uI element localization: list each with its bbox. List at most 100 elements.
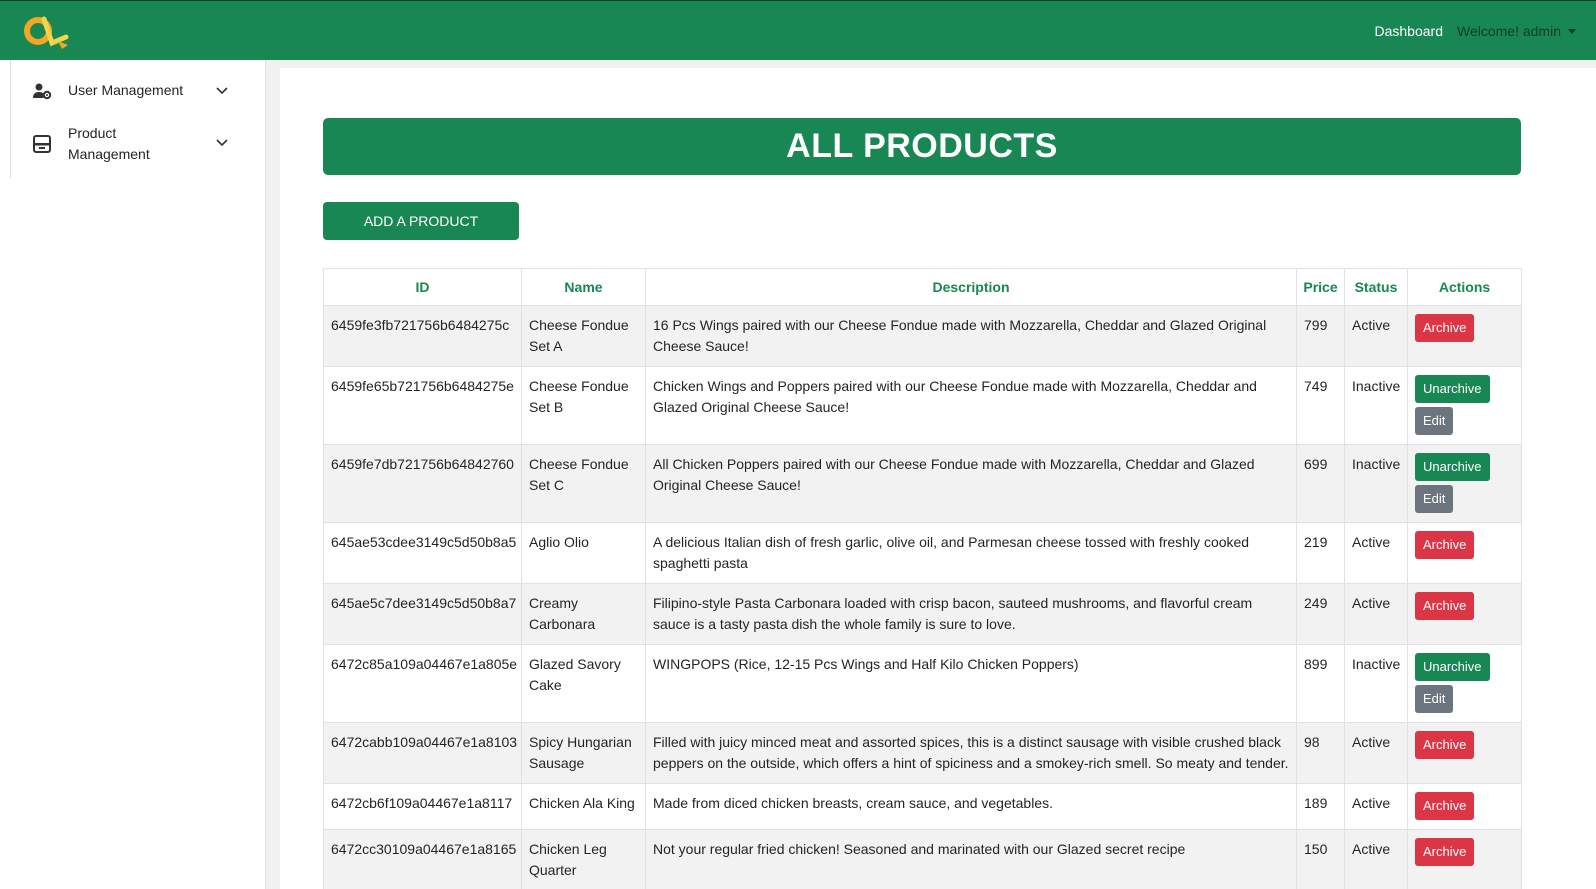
cell-id: 645ae53cdee3149c5d50b8a5 xyxy=(323,522,522,584)
cell-status: Active xyxy=(1344,522,1408,584)
main-content: ALL PRODUCTS ADD A PRODUCT ID Name Descr… xyxy=(280,68,1596,889)
column-header-status: Status xyxy=(1344,268,1408,306)
cell-status: Active xyxy=(1344,583,1408,645)
cell-price: 219 xyxy=(1296,522,1345,584)
table-row: 6459fe3fb721756b6484275c Cheese Fondue Se… xyxy=(323,305,1522,367)
edit-button[interactable]: Edit xyxy=(1415,685,1454,713)
cell-name: Cheese Fondue Set A xyxy=(521,305,646,367)
cell-name: Spicy Hungarian Sausage xyxy=(521,722,646,784)
chevron-down-icon[interactable] xyxy=(215,136,229,150)
user-gear-icon xyxy=(32,81,52,101)
caret-down-icon xyxy=(1568,28,1576,34)
cell-price: 150 xyxy=(1296,829,1345,889)
cell-id: 6472cabb109a04467e1a8103 xyxy=(323,722,522,784)
column-header-description: Description xyxy=(645,268,1297,306)
cell-price: 799 xyxy=(1296,305,1345,367)
cell-description: Not your regular fried chicken! Seasoned… xyxy=(645,829,1297,889)
cell-status: Active xyxy=(1344,829,1408,889)
cell-actions: Archive xyxy=(1407,783,1522,830)
cell-actions: Unarchive Edit xyxy=(1407,644,1522,723)
column-header-name: Name xyxy=(521,268,646,306)
cell-actions: Unarchive Edit xyxy=(1407,444,1522,523)
table-row: 645ae5c7dee3149c5d50b8a7 Creamy Carbonara… xyxy=(323,583,1522,645)
user-dropdown[interactable]: Welcome! admin xyxy=(1457,23,1576,39)
cell-description: Chicken Wings and Poppers paired with ou… xyxy=(645,366,1297,445)
cell-status: Inactive xyxy=(1344,444,1408,523)
cell-price: 699 xyxy=(1296,444,1345,523)
cell-status: Inactive xyxy=(1344,644,1408,723)
sidebar-item-user-management[interactable]: User Management xyxy=(10,79,246,103)
cell-id: 6472c85a109a04467e1a805e xyxy=(323,644,522,723)
cell-price: 899 xyxy=(1296,644,1345,723)
cell-id: 6459fe7db721756b64842760 xyxy=(323,444,522,523)
table-row: 6472cc30109a04467e1a8165 Chicken Leg Quar… xyxy=(323,829,1522,889)
edit-button[interactable]: Edit xyxy=(1415,485,1454,513)
archive-button[interactable]: Archive xyxy=(1415,531,1475,559)
unarchive-button[interactable]: Unarchive xyxy=(1415,653,1490,681)
sidebar-item-product-management[interactable]: Product Management xyxy=(10,122,246,166)
edit-button[interactable]: Edit xyxy=(1415,407,1454,435)
sidebar-item-label: User Management xyxy=(68,82,184,98)
sidebar-item-label: Product Management xyxy=(68,125,150,162)
archive-button[interactable]: Archive xyxy=(1415,314,1475,342)
cell-actions: Archive xyxy=(1407,583,1522,645)
cell-name: Chicken Leg Quarter xyxy=(521,829,646,889)
page-title: ALL PRODUCTS xyxy=(786,127,1058,165)
cell-id: 6472cc30109a04467e1a8165 xyxy=(323,829,522,889)
cell-actions: Archive xyxy=(1407,522,1522,584)
cell-description: Filled with juicy minced meat and assort… xyxy=(645,722,1297,784)
column-header-actions: Actions xyxy=(1407,268,1522,306)
cell-description: Made from diced chicken breasts, cream s… xyxy=(645,783,1297,830)
cell-description: WINGPOPS (Rice, 12-15 Pcs Wings and Half… xyxy=(645,644,1297,723)
table-row: 6472cb6f109a04467e1a8117 Chicken Ala King… xyxy=(323,783,1522,830)
cell-description: Filipino-style Pasta Carbonara loaded wi… xyxy=(645,583,1297,645)
user-dropdown-label: Welcome! admin xyxy=(1456,23,1561,39)
cell-actions: Archive xyxy=(1407,722,1522,784)
add-product-button[interactable]: ADD A PRODUCT xyxy=(323,202,519,240)
cell-id: 6459fe65b721756b6484275e xyxy=(323,366,522,445)
cell-price: 189 xyxy=(1296,783,1345,830)
table-row: 6459fe7db721756b64842760 Cheese Fondue Se… xyxy=(323,444,1522,523)
archive-button[interactable]: Archive xyxy=(1415,792,1475,820)
cell-id: 645ae5c7dee3149c5d50b8a7 xyxy=(323,583,522,645)
cell-price: 249 xyxy=(1296,583,1345,645)
cell-name: Aglio Olio xyxy=(521,522,646,584)
cell-description: All Chicken Poppers paired with our Chee… xyxy=(645,444,1297,523)
table-row: 6459fe65b721756b6484275e Cheese Fondue Se… xyxy=(323,366,1522,445)
inbox-icon xyxy=(32,134,52,154)
cell-actions: Archive xyxy=(1407,829,1522,889)
nav-dashboard-link[interactable]: Dashboard xyxy=(1374,23,1443,39)
cell-actions: Unarchive Edit xyxy=(1407,366,1522,445)
cell-description: A delicious Italian dish of fresh garlic… xyxy=(645,522,1297,584)
cell-description: 16 Pcs Wings paired with our Cheese Fond… xyxy=(645,305,1297,367)
cell-name: Creamy Carbonara xyxy=(521,583,646,645)
cell-name: Cheese Fondue Set B xyxy=(521,366,646,445)
page-title-banner: ALL PRODUCTS xyxy=(323,118,1521,175)
products-table-container: ID Name Description Price Status Actions… xyxy=(323,268,1522,889)
cell-price: 749 xyxy=(1296,366,1345,445)
products-table: ID Name Description Price Status Actions… xyxy=(323,268,1522,889)
top-navbar: Dashboard Welcome! admin xyxy=(0,0,1596,60)
table-header-row: ID Name Description Price Status Actions xyxy=(323,268,1522,306)
column-header-id: ID xyxy=(323,268,522,306)
table-row: 6472c85a109a04467e1a805e Glazed Savory Ca… xyxy=(323,644,1522,723)
table-row: 6472cabb109a04467e1a8103 Spicy Hungarian … xyxy=(323,722,1522,784)
table-row: 645ae53cdee3149c5d50b8a5 Aglio Olio A deli… xyxy=(323,522,1522,584)
cell-status: Active xyxy=(1344,783,1408,830)
cell-id: 6472cb6f109a04467e1a8117 xyxy=(323,783,522,830)
cell-name: Cheese Fondue Set C xyxy=(521,444,646,523)
unarchive-button[interactable]: Unarchive xyxy=(1415,453,1490,481)
archive-button[interactable]: Archive xyxy=(1415,731,1475,759)
cell-status: Inactive xyxy=(1344,366,1408,445)
archive-button[interactable]: Archive xyxy=(1415,838,1475,866)
unarchive-button[interactable]: Unarchive xyxy=(1415,375,1490,403)
cell-actions: Archive xyxy=(1407,305,1522,367)
archive-button[interactable]: Archive xyxy=(1415,592,1475,620)
cell-name: Glazed Savory Cake xyxy=(521,644,646,723)
cell-price: 98 xyxy=(1296,722,1345,784)
column-header-price: Price xyxy=(1296,268,1345,306)
brand-logo[interactable] xyxy=(22,11,70,51)
cell-status: Active xyxy=(1344,722,1408,784)
chevron-down-icon[interactable] xyxy=(215,84,229,98)
cell-status: Active xyxy=(1344,305,1408,367)
